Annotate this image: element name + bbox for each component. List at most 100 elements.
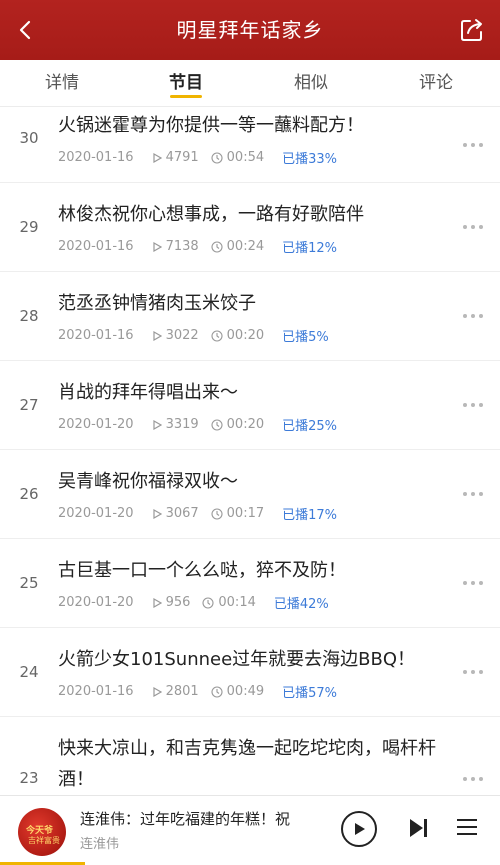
episode-number: 29 (19, 218, 39, 236)
episode-title: 火锅迷霍尊为你提供一等一蘸料配方！ (58, 115, 364, 136)
episode-plays: 3022 (165, 328, 199, 343)
more-dots-icon (463, 225, 483, 229)
more-dots-icon (463, 143, 483, 147)
played-percent: 已播57% (282, 686, 338, 701)
share-icon (461, 19, 482, 41)
now-playing-artist: 连淮伟 (80, 837, 120, 852)
more-dots-icon (463, 581, 483, 585)
episode-row[interactable]: 28 范丞丞钟情猪肉玉米饺子 2020-01-16 3022 00:20 已播5… (0, 272, 500, 361)
now-playing-title[interactable]: 连淮伟：过年吃福建的年糕！祝 (80, 808, 325, 829)
more-button[interactable] (458, 135, 488, 155)
episode-duration: 00:14 (218, 595, 256, 610)
play-button[interactable] (341, 811, 377, 847)
episode-duration: 00:54 (226, 150, 265, 165)
more-button[interactable] (458, 217, 488, 237)
play-count-icon (152, 597, 162, 608)
clock-icon (211, 507, 223, 520)
episode-row[interactable]: 23 快来大凉山，和吉克隽逸一起吃坨坨肉，喝杆杆酒！ (0, 717, 500, 807)
play-count-icon (152, 686, 162, 697)
episode-plays: 3319 (165, 417, 199, 432)
top-bar: 明星拜年话家乡 (0, 0, 500, 60)
clock-icon (211, 151, 223, 164)
episode-date: 2020-01-20 (58, 595, 134, 610)
episode-title: 火箭少女101Sunnee过年就要去海边BBQ！ (58, 649, 416, 670)
episode-plays: 3067 (165, 506, 199, 521)
played-percent: 已播17% (282, 508, 338, 523)
episode-duration: 00:24 (226, 239, 265, 254)
more-button[interactable] (458, 484, 488, 504)
clock-icon (202, 596, 214, 609)
tab-label: 相似 (294, 73, 328, 93)
episode-number: 30 (19, 129, 39, 147)
episode-number: 24 (19, 663, 39, 681)
played-percent: 已播42% (273, 597, 329, 612)
tab-bar: 详情 节目 相似 评论 (0, 60, 500, 107)
episode-plays: 4791 (165, 150, 199, 165)
episode-row[interactable]: 25 古巨基一口一个么么哒，猝不及防！ 2020-01-20 956 00:14… (0, 539, 500, 628)
next-button[interactable] (406, 816, 430, 840)
playlist-button[interactable] (456, 816, 478, 838)
episode-meta: 2020-01-16 7138 00:24 已播12% (58, 237, 337, 256)
tab-similar[interactable]: 相似 (271, 60, 351, 106)
episode-number: 23 (19, 769, 39, 787)
played-percent: 已播5% (282, 330, 329, 345)
episode-number: 25 (19, 574, 39, 592)
tab-programs[interactable]: 节目 (146, 60, 226, 106)
episode-number: 28 (19, 307, 39, 325)
episode-number: 26 (19, 485, 39, 503)
episode-date: 2020-01-20 (58, 506, 134, 521)
episode-plays: 2801 (165, 684, 199, 699)
episode-row[interactable]: 24 火箭少女101Sunnee过年就要去海边BBQ！ 2020-01-16 2… (0, 628, 500, 717)
tab-label: 评论 (419, 73, 453, 93)
tab-details[interactable]: 详情 (22, 60, 102, 106)
episode-title: 林俊杰祝你心想事成，一路有好歌陪伴 (58, 204, 364, 225)
episode-meta: 2020-01-16 3022 00:20 已播5% (58, 326, 329, 345)
now-playing-cover[interactable]: 今天爷 吉祥富贵 (18, 808, 66, 856)
played-percent: 已播25% (282, 419, 338, 434)
episode-meta: 2020-01-16 4791 00:54 已播33% (58, 148, 337, 167)
episode-row[interactable]: 26 吴青峰祝你福禄双收～ 2020-01-20 3067 00:17 已播17… (0, 450, 500, 539)
episode-duration: 00:20 (226, 417, 265, 432)
episode-title: 快来大凉山，和吉克隽逸一起吃坨坨肉，喝杆杆酒！ (58, 738, 436, 790)
episode-row[interactable]: 29 林俊杰祝你心想事成，一路有好歌陪伴 2020-01-16 7138 00:… (0, 183, 500, 272)
episode-row[interactable]: 30 火锅迷霍尊为你提供一等一蘸料配方！ 2020-01-16 4791 00:… (0, 107, 500, 183)
clock-icon (211, 329, 223, 342)
skip-next-icon (410, 819, 427, 837)
episode-duration: 00:20 (226, 328, 265, 343)
play-count-icon (152, 419, 162, 430)
more-dots-icon (463, 403, 483, 407)
episode-date: 2020-01-20 (58, 417, 134, 432)
episode-plays: 7138 (165, 239, 199, 254)
more-button[interactable] (458, 395, 488, 415)
more-dots-icon (463, 314, 483, 318)
more-dots-icon (463, 492, 483, 496)
more-button[interactable] (458, 306, 488, 326)
share-button[interactable] (456, 14, 488, 46)
more-dots-icon (463, 777, 483, 781)
episode-duration: 00:49 (226, 684, 265, 699)
play-count-icon (152, 152, 162, 163)
episode-date: 2020-01-16 (58, 150, 134, 165)
clock-icon (211, 685, 223, 698)
page-title: 明星拜年话家乡 (176, 18, 324, 42)
episode-meta: 2020-01-20 3067 00:17 已播17% (58, 504, 337, 523)
play-count-icon (152, 241, 162, 252)
more-button[interactable] (458, 662, 488, 682)
more-button[interactable] (458, 573, 488, 593)
cover-text: 吉祥富贵 (28, 836, 60, 845)
tab-label: 详情 (45, 73, 79, 93)
play-icon (355, 823, 365, 835)
more-dots-icon (463, 670, 483, 674)
episode-meta: 2020-01-16 2801 00:49 已播57% (58, 682, 337, 701)
tab-label: 节目 (169, 73, 203, 93)
episode-title: 肖战的拜年得唱出来～ (58, 382, 238, 403)
play-count-icon (152, 508, 162, 519)
episode-title: 古巨基一口一个么么哒，猝不及防！ (58, 560, 346, 581)
episode-row[interactable]: 27 肖战的拜年得唱出来～ 2020-01-20 3319 00:20 已播25… (0, 361, 500, 450)
episode-date: 2020-01-16 (58, 328, 134, 343)
tab-comments[interactable]: 评论 (396, 60, 476, 106)
clock-icon (211, 240, 223, 253)
more-button[interactable] (458, 769, 488, 789)
episode-date: 2020-01-16 (58, 239, 134, 254)
episode-date: 2020-01-16 (58, 684, 134, 699)
